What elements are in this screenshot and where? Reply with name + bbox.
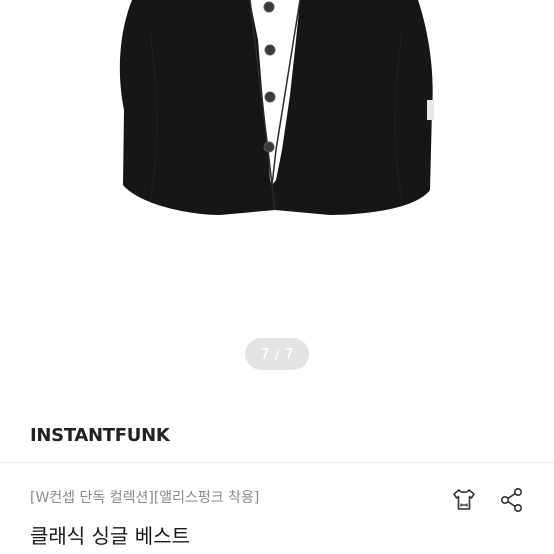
tshirt-size-icon — [453, 489, 475, 510]
pager-separator: / — [269, 345, 285, 363]
product-image-vest — [119, 0, 434, 215]
share-icon — [501, 487, 522, 512]
product-title: 클래식 싱글 베스트 — [30, 524, 190, 548]
image-pager-badge: 7 / 7 — [245, 338, 309, 370]
share-button[interactable] — [497, 485, 527, 515]
pager-total: 7 — [284, 345, 294, 363]
brand-name[interactable]: INSTANTFUNK — [30, 425, 170, 446]
product-subtitle: [W컨셉 단독 컬렉션][앨리스펑크 착용] — [30, 490, 260, 506]
pager-current: 7 — [260, 345, 270, 363]
product-image-gallery[interactable]: 7 / 7 — [0, 0, 554, 395]
brand-row[interactable]: INSTANTFUNK — [0, 410, 554, 463]
size-guide-button[interactable] — [449, 485, 479, 515]
